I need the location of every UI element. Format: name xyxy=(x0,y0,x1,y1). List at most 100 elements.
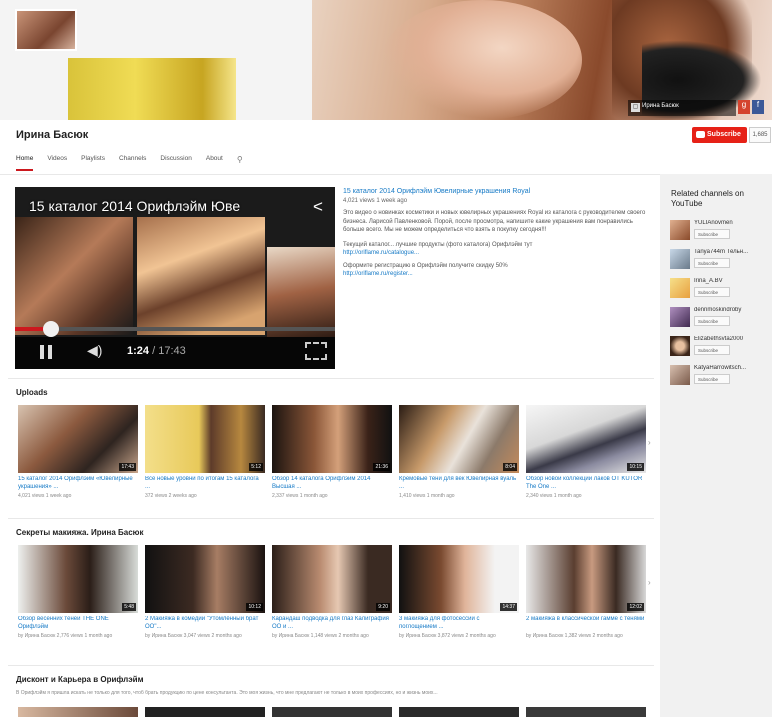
section-title-makeup[interactable]: Секреты макияжа. Ирина Басюк xyxy=(16,528,144,537)
progress-scrubber[interactable] xyxy=(43,321,59,337)
video-card[interactable]: 17:43 15 каталог 2014 Орифлэйм «Ювелирны… xyxy=(18,405,138,499)
video-card[interactable]: 9:20 Карандаш подводка для глаз Калиграф… xyxy=(272,545,392,639)
video-title[interactable]: Обзор 14 каталога Орифлэйм 2014 Высшая .… xyxy=(272,476,392,491)
related-channel[interactable]: Irina_A.BV Subscribe xyxy=(670,278,770,302)
pause-icon[interactable] xyxy=(39,345,53,359)
avatar[interactable] xyxy=(670,365,690,385)
featured-link-2[interactable]: http://oriflame.ru/register... xyxy=(343,270,653,279)
related-subscribe-button[interactable]: Subscribe xyxy=(694,316,730,326)
video-thumbnail[interactable]: 14:37 xyxy=(399,545,519,613)
tab-about[interactable]: About xyxy=(206,155,223,171)
avatar[interactable] xyxy=(670,278,690,298)
search-icon[interactable]: ⚲ xyxy=(237,155,243,171)
google-plus-icon[interactable]: g xyxy=(738,100,750,114)
avatar[interactable] xyxy=(670,307,690,327)
video-card[interactable]: 10:15 Обзор новой коллекции лаков OT KUT… xyxy=(526,405,646,499)
related-channel[interactable]: Elizabethsvta2000 Subscribe xyxy=(670,336,770,360)
video-thumbnail[interactable]: 10:15 xyxy=(526,405,646,473)
video-thumbnail[interactable]: 8:04 xyxy=(399,405,519,473)
tab-home[interactable]: Home xyxy=(16,155,34,171)
video-card[interactable]: 21:36 Обзор 14 каталога Орифлэйм 2014 Вы… xyxy=(272,405,392,499)
video-frame-center xyxy=(137,217,265,335)
video-thumbnail[interactable]: 10:12 xyxy=(145,545,265,613)
subscriber-count: 1,685 xyxy=(749,127,771,143)
link-icon: ▢ xyxy=(631,103,640,112)
related-channel[interactable]: dennmoskindroby Subscribe xyxy=(670,307,770,331)
related-subscribe-button[interactable]: Subscribe xyxy=(694,374,730,384)
related-channel-name[interactable]: Elizabethsvta2000 xyxy=(694,336,770,342)
video-thumbnail[interactable] xyxy=(18,707,138,717)
related-subscribe-button[interactable]: Subscribe xyxy=(694,258,730,268)
video-card[interactable]: 14:37 3 макияжа для фотосессии с поглоще… xyxy=(399,545,519,639)
next-arrow-icon[interactable]: › xyxy=(648,578,651,587)
tab-playlists[interactable]: Playlists xyxy=(81,155,105,171)
related-channel[interactable]: YULIAnovmen Subscribe xyxy=(670,220,770,244)
facebook-icon[interactable]: f xyxy=(752,100,764,114)
video-overlay-title[interactable]: 15 каталог 2014 Орифлэйм Юве xyxy=(29,198,240,214)
video-title[interactable]: 15 каталог 2014 Орифлэйм «Ювелирные укра… xyxy=(18,476,138,491)
related-subscribe-button[interactable]: Subscribe xyxy=(694,345,730,355)
section-divider xyxy=(8,518,654,519)
fullscreen-icon[interactable] xyxy=(305,342,327,360)
related-subscribe-button[interactable]: Subscribe xyxy=(694,229,730,239)
video-frame-right xyxy=(267,247,335,337)
video-meta: by Ирина Басюк 2,776 views 1 month ago xyxy=(18,633,113,639)
channel-name[interactable]: Ирина Басюк xyxy=(16,129,88,141)
video-card[interactable]: 5:12 Все новые уровни по итогам 15 катал… xyxy=(145,405,265,499)
video-card[interactable]: 5:48 Обзор весенних теней THE ONE Орифлэ… xyxy=(18,545,138,639)
tab-discussion[interactable]: Discussion xyxy=(160,155,191,171)
featured-video-title-link[interactable]: 15 каталог 2014 Орифлэйм Ювелирные украш… xyxy=(343,188,653,197)
video-thumbnail[interactable]: 17:43 xyxy=(18,405,138,473)
related-channel-name[interactable]: dennmoskindroby xyxy=(694,307,770,313)
related-channel-name[interactable]: Irina_A.BV xyxy=(694,278,770,284)
video-title[interactable]: Карандаш подводка для глаз Калиграфия OO… xyxy=(272,616,392,631)
video-card[interactable]: 10:12 2 Макияжа в комедии "Утомлённый бр… xyxy=(145,545,265,639)
avatar[interactable] xyxy=(670,220,690,240)
video-card[interactable]: 12:02 2 макияжа в классической гамме с т… xyxy=(526,545,646,639)
video-thumbnail[interactable]: 5:12 xyxy=(145,405,265,473)
video-thumbnail[interactable]: 9:20 xyxy=(272,545,392,613)
related-channel[interactable]: KatyaHarrowitsch... Subscribe xyxy=(670,365,770,389)
video-title[interactable]: Все новые уровни по итогам 15 каталога .… xyxy=(145,476,265,491)
related-channel-name[interactable]: KatyaHarrowitsch... xyxy=(694,365,770,371)
volume-icon[interactable]: ◀) xyxy=(87,342,102,359)
video-duration: 12:02 xyxy=(627,603,644,611)
avatar[interactable] xyxy=(670,336,690,356)
related-channel-name[interactable]: YULIAnovmen xyxy=(694,220,770,226)
video-meta: by Ирина Басюк 1,148 views 2 months ago xyxy=(272,633,369,639)
video-title[interactable]: 3 макияжа для фотосессии с поглощением .… xyxy=(399,616,519,631)
avatar[interactable] xyxy=(670,249,690,269)
video-thumbnail[interactable] xyxy=(399,707,519,717)
video-thumbnail[interactable]: 5:48 xyxy=(18,545,138,613)
channel-avatar[interactable] xyxy=(15,9,77,51)
subscribe-button[interactable]: Subscribe xyxy=(692,127,747,143)
progress-bar[interactable] xyxy=(15,327,335,331)
video-title[interactable]: Кремовые тени для век Ювелирная вуаль ..… xyxy=(399,476,519,491)
section-title-career[interactable]: Дисконт и Карьера в Орифлэйм xyxy=(16,675,144,684)
tab-videos[interactable]: Videos xyxy=(47,155,67,171)
tab-channels[interactable]: Channels xyxy=(119,155,146,171)
video-card[interactable]: 8:04 Кремовые тени для век Ювелирная вуа… xyxy=(399,405,519,499)
section-title-uploads[interactable]: Uploads xyxy=(16,388,48,397)
video-duration: 17:43 xyxy=(119,463,136,471)
video-title[interactable]: 2 Макияжа в комедии "Утомлённый брат ОО"… xyxy=(145,616,265,631)
featured-video-player[interactable]: 15 каталог 2014 Орифлэйм Юве < ◀) 1:24 /… xyxy=(15,187,335,369)
video-thumbnail[interactable] xyxy=(272,707,392,717)
video-title[interactable]: 2 макияжа в классической гамме с тенями xyxy=(526,616,646,631)
featured-cta-2: Оформите регистрацию в Орифлэйм получите… xyxy=(343,262,508,269)
video-thumbnail[interactable]: 21:36 xyxy=(272,405,392,473)
makeup-row: 5:48 Обзор весенних теней THE ONE Орифлэ… xyxy=(18,545,646,649)
related-channel-name[interactable]: Tanya744m Тельн... xyxy=(694,249,770,255)
banner-links[interactable]: ▢ Ирина Басюк xyxy=(628,100,736,116)
next-arrow-icon[interactable]: › xyxy=(648,438,651,447)
video-title[interactable]: Обзор новой коллекции лаков OT KUTOR The… xyxy=(526,476,646,491)
video-title[interactable]: Обзор весенних теней THE ONE Орифлэйм xyxy=(18,616,138,631)
related-subscribe-button[interactable]: Subscribe xyxy=(694,287,730,297)
video-thumbnail[interactable] xyxy=(145,707,265,717)
video-thumbnail[interactable] xyxy=(526,707,646,717)
video-thumbnail[interactable]: 12:02 xyxy=(526,545,646,613)
share-icon[interactable]: < xyxy=(313,197,323,217)
featured-link-1[interactable]: http://oriflame.ru/catalogue... xyxy=(343,249,653,258)
related-channel[interactable]: Tanya744m Тельн... Subscribe xyxy=(670,249,770,273)
featured-cta-1: Текущий каталог... лучшие продукты (фото… xyxy=(343,241,533,248)
